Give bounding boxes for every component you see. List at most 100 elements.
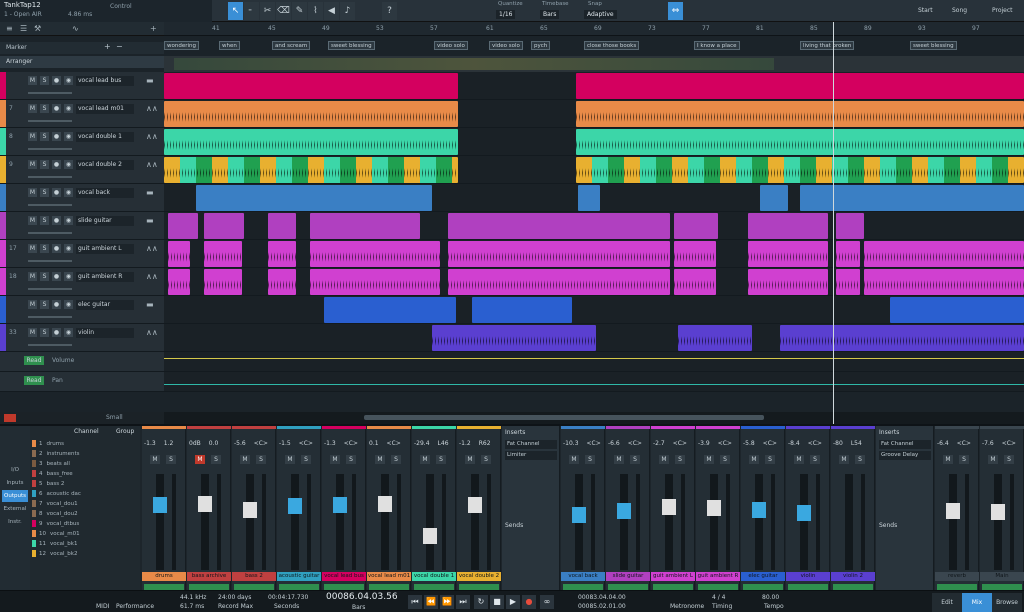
mute-button[interactable]: M — [839, 455, 849, 464]
pan-value[interactable]: <C> — [763, 440, 777, 447]
mute-button[interactable]: M — [240, 455, 250, 464]
audio-event[interactable] — [432, 325, 596, 351]
volume-value[interactable]: -5.8 — [743, 440, 755, 447]
eraser-tool-icon[interactable]: ⌫ — [276, 2, 291, 20]
split-tool-icon[interactable]: ✂ — [260, 2, 275, 20]
inspector-icon[interactable]: ≡ — [6, 24, 13, 33]
audio-event[interactable] — [864, 241, 1024, 267]
audio-event[interactable] — [836, 269, 860, 295]
track-volume-slider[interactable] — [28, 288, 72, 290]
volume-fader[interactable] — [243, 502, 257, 518]
solo-button[interactable]: S — [481, 455, 491, 464]
solo-button[interactable]: S — [675, 455, 685, 464]
volume-value[interactable]: -1.5 — [279, 440, 291, 447]
track-name[interactable]: vocal double 1 — [76, 132, 134, 142]
pan-value[interactable]: <C> — [344, 440, 358, 447]
end-icon[interactable]: ⏭ — [456, 595, 470, 609]
track-name[interactable]: violin — [76, 328, 134, 338]
audio-event[interactable] — [168, 213, 198, 239]
mixer-nav-item[interactable]: Inputs — [2, 477, 28, 489]
volume-fader[interactable] — [991, 504, 1005, 520]
mixer-nav-item[interactable]: Outputs — [2, 490, 28, 502]
track-volume-slider[interactable] — [28, 316, 72, 318]
monitor-icon[interactable]: ◉ — [64, 244, 73, 253]
channel-name-label[interactable]: elec guitar — [741, 572, 785, 581]
track-header[interactable]: 7 M S ● ◉ vocal lead m01 ∧∧ — [0, 100, 164, 128]
track-lane[interactable] — [164, 100, 1024, 128]
audio-event[interactable] — [268, 269, 296, 295]
solo-button[interactable]: S — [40, 76, 49, 85]
timebase-select[interactable]: Bars — [540, 10, 560, 19]
volume-value[interactable]: -80 — [833, 440, 843, 447]
track-name[interactable]: guit ambient R — [76, 272, 134, 282]
channel-list-item[interactable]: 4 bass_free — [32, 470, 138, 479]
audio-event[interactable] — [576, 101, 1024, 127]
right-locator[interactable]: 00085.02.01.00 — [578, 603, 626, 610]
audio-event[interactable] — [164, 101, 458, 127]
control-label[interactable]: Control — [110, 3, 132, 10]
pan-value[interactable]: <C> — [808, 440, 822, 447]
solo-button[interactable]: S — [40, 104, 49, 113]
channel-list-item[interactable]: 11 vocal_bk1 — [32, 540, 138, 549]
audio-event[interactable] — [576, 129, 1024, 155]
record-arm-icon[interactable]: ● — [52, 104, 61, 113]
snap-select[interactable]: Adaptive — [584, 10, 617, 19]
audio-event[interactable] — [310, 213, 420, 239]
monitor-icon[interactable]: ◉ — [64, 300, 73, 309]
audio-event[interactable] — [204, 269, 242, 295]
mute-button[interactable]: M — [28, 188, 37, 197]
solo-button[interactable]: S — [166, 455, 176, 464]
volume-fader[interactable] — [288, 498, 302, 514]
left-locator[interactable]: 00083.04.04.00 — [578, 594, 626, 601]
monitor-icon[interactable]: ◉ — [64, 216, 73, 225]
audio-event[interactable] — [204, 213, 244, 239]
track-name[interactable]: slide guitar — [76, 216, 134, 226]
channel-list-item[interactable]: 2 instruments — [32, 450, 138, 459]
tempo-display[interactable]: 80.00 — [762, 594, 779, 601]
audio-event[interactable] — [304, 185, 432, 211]
track-volume-slider[interactable] — [28, 176, 72, 178]
record-arm-icon[interactable]: ● — [52, 300, 61, 309]
pan-value[interactable]: <C> — [1002, 440, 1016, 447]
monitor-icon[interactable]: ◉ — [64, 328, 73, 337]
horizontal-scrollbar[interactable] — [164, 412, 1024, 424]
audio-event[interactable] — [448, 269, 670, 295]
insert-slot[interactable]: Limiter — [505, 451, 557, 460]
record-arm-icon[interactable]: ● — [52, 272, 61, 281]
solo-button[interactable]: S — [211, 455, 221, 464]
marker[interactable]: when — [219, 41, 240, 50]
marker[interactable]: and scream — [272, 41, 311, 50]
mute-button[interactable]: M — [285, 455, 295, 464]
mute-button[interactable]: M — [749, 455, 759, 464]
arranger-lane[interactable] — [164, 56, 1024, 72]
record-arm-icon[interactable]: ● — [52, 76, 61, 85]
audio-event[interactable] — [576, 157, 1024, 183]
track-header[interactable]: 17 M S ● ◉ guit ambient L ∧∧ — [0, 240, 164, 268]
channel-name-label[interactable]: acoustic guitar — [277, 572, 321, 581]
volume-value[interactable]: -8.4 — [788, 440, 800, 447]
channel-list-item[interactable]: 5 bass 2 — [32, 480, 138, 489]
volume-value[interactable]: -6.4 — [937, 440, 949, 447]
pan-value[interactable]: <C> — [299, 440, 313, 447]
audio-event[interactable] — [836, 213, 864, 239]
audio-event[interactable] — [748, 269, 828, 295]
project-button[interactable]: Project — [992, 2, 1013, 20]
audio-event[interactable] — [310, 269, 440, 295]
insert-slot[interactable]: Fat Channel — [879, 440, 931, 449]
track-volume-slider[interactable] — [28, 204, 72, 206]
monitor-icon[interactable]: ◉ — [64, 76, 73, 85]
mute-button[interactable]: M — [704, 455, 714, 464]
mute-button[interactable]: M — [28, 328, 37, 337]
browse-tab[interactable]: Browse — [992, 593, 1022, 612]
mute-button[interactable]: M — [28, 76, 37, 85]
solo-button[interactable]: S — [630, 455, 640, 464]
channel-list-item[interactable]: 12 vocal_bk2 — [32, 550, 138, 559]
track-lane[interactable] — [164, 156, 1024, 184]
volume-value[interactable]: -6.6 — [608, 440, 620, 447]
track-header[interactable]: 9 M S ● ◉ vocal double 2 ∧∧ — [0, 156, 164, 184]
pan-value[interactable]: <C> — [387, 440, 401, 447]
monitor-icon[interactable]: ◉ — [64, 160, 73, 169]
channel-name-label[interactable]: bass archive — [187, 572, 231, 581]
volume-value[interactable]: -1.3 — [324, 440, 336, 447]
track-header[interactable]: 8 M S ● ◉ vocal double 1 ∧∧ — [0, 128, 164, 156]
